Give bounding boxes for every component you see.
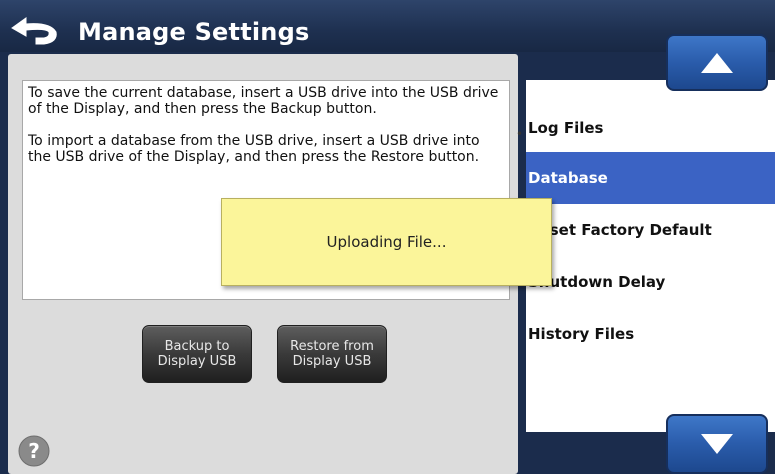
- list-item-label: Database: [528, 169, 608, 187]
- scroll-up-button[interactable]: [666, 34, 768, 91]
- backup-button[interactable]: Backup to Display USB: [142, 325, 252, 383]
- restore-button-label-line1: Restore from: [290, 339, 374, 354]
- page-title: Manage Settings: [78, 18, 310, 46]
- back-arrow-icon: [11, 17, 57, 45]
- backup-button-label-line2: Display USB: [157, 354, 237, 369]
- help-icon: ?: [18, 435, 50, 467]
- description-paragraph: To import a database from the USB drive,…: [28, 133, 480, 165]
- description-text: To save the current database, insert a U…: [28, 85, 506, 181]
- list-item-reset-factory-default[interactable]: Reset Factory Default: [526, 204, 775, 256]
- arrow-up-icon: [701, 52, 733, 73]
- arrow-down-icon: [701, 434, 733, 454]
- list-item-label: History Files: [528, 325, 635, 343]
- description-paragraph: To save the current database, insert a U…: [28, 85, 499, 117]
- back-button[interactable]: [6, 14, 64, 50]
- dialog-message: Uploading File...: [326, 233, 447, 251]
- list-item-database[interactable]: Database: [526, 152, 775, 204]
- list-item-label: Reset Factory Default: [528, 221, 712, 239]
- list-item-shutdown-delay[interactable]: Shutdown Delay: [526, 256, 775, 308]
- restore-button[interactable]: Restore from Display USB: [277, 325, 387, 383]
- list-item-log-files[interactable]: Log Files: [526, 102, 775, 154]
- help-button[interactable]: ?: [18, 435, 50, 467]
- list-edge-mark: •: [516, 127, 524, 141]
- title-bar: Manage Settings: [0, 0, 775, 52]
- backup-button-label-line1: Backup to: [164, 339, 230, 354]
- settings-list: Log Files Database Reset Factory Default…: [526, 80, 775, 432]
- scroll-down-button[interactable]: [666, 414, 768, 474]
- restore-button-label-line2: Display USB: [292, 354, 372, 369]
- svg-text:?: ?: [28, 439, 40, 463]
- upload-progress-dialog: Uploading File...: [221, 198, 552, 286]
- list-item-history-files[interactable]: History Files: [526, 308, 775, 360]
- list-item-label: Log Files: [528, 119, 604, 137]
